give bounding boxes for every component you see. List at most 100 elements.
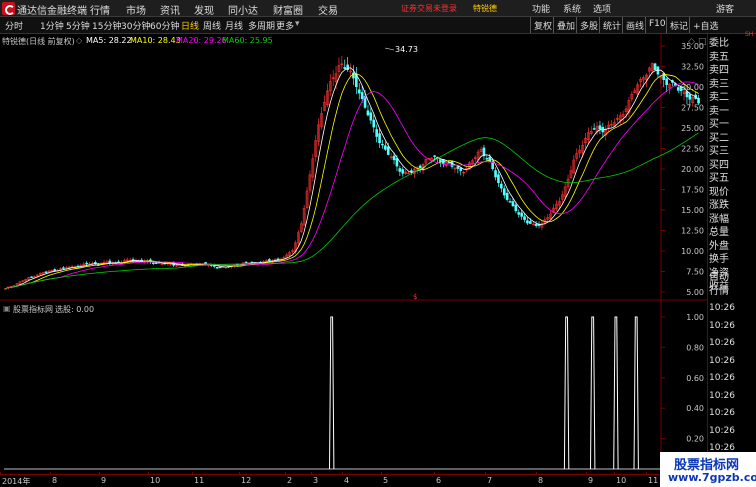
period-60min[interactable]: 60分钟 bbox=[150, 19, 179, 32]
period-1min[interactable]: 1分钟 bbox=[40, 19, 64, 32]
candle-body bbox=[676, 87, 680, 91]
candle-body bbox=[53, 269, 57, 272]
candlestick-series bbox=[4, 55, 700, 290]
menu-function[interactable]: 功能 bbox=[532, 2, 550, 15]
date-axis-tick bbox=[50, 472, 51, 475]
add-favorite-button[interactable]: +自选 bbox=[689, 17, 722, 33]
date-axis-label: 8 bbox=[538, 476, 544, 485]
candle-body bbox=[514, 204, 518, 212]
menu-assistant[interactable]: 同小达 bbox=[228, 2, 258, 17]
candle-body bbox=[523, 216, 526, 220]
candle-body bbox=[508, 201, 512, 203]
candle-body bbox=[500, 183, 503, 189]
indicator-title: 股票指标网 bbox=[13, 305, 53, 314]
period-daily[interactable]: 日线 bbox=[181, 19, 199, 32]
chart-title-arrow-icon[interactable]: ◇ bbox=[76, 36, 82, 45]
menu-discover[interactable]: 发现 bbox=[194, 2, 214, 17]
draw-line-button[interactable]: 画线 bbox=[622, 17, 647, 33]
candle-body bbox=[685, 91, 689, 98]
ma20-line bbox=[5, 81, 699, 289]
date-axis-tick bbox=[586, 472, 587, 475]
statistics-button[interactable]: 统计 bbox=[599, 17, 624, 33]
candle-body bbox=[488, 156, 492, 163]
app-title: 通达信金融终端 bbox=[17, 6, 87, 17]
watermark: 股票指标网 www.7gpzb.com bbox=[660, 452, 756, 487]
indicator-settings-icon[interactable]: ▣ bbox=[3, 304, 11, 313]
peak-price-label: 34.73 bbox=[395, 45, 418, 54]
candle-body bbox=[392, 155, 396, 161]
chart-marker: $ bbox=[413, 293, 417, 301]
candle-body bbox=[529, 221, 532, 224]
indicator-signal-spike bbox=[329, 316, 335, 470]
candle-body bbox=[511, 201, 515, 207]
price-tick-label: 20.00 bbox=[681, 165, 704, 174]
app-logo-icon bbox=[2, 2, 15, 15]
candle-body bbox=[494, 170, 497, 178]
period-tick[interactable]: 分时 bbox=[5, 19, 23, 32]
candle-body bbox=[386, 146, 390, 155]
indicator-tick-label: 0.20 bbox=[686, 435, 704, 444]
auto-mode[interactable]: 自动 bbox=[709, 272, 729, 284]
indicator-tick-label: 0.40 bbox=[686, 404, 704, 413]
trade-time: 10:26 bbox=[709, 408, 735, 418]
candle-body bbox=[482, 147, 486, 157]
period-weekly[interactable]: 周线 bbox=[203, 19, 221, 32]
quote-field-label: 买二 bbox=[709, 132, 729, 144]
ma60-label: MA60: 25.95 bbox=[222, 36, 273, 45]
adjust-button[interactable]: 复权 bbox=[530, 17, 555, 33]
menu-system[interactable]: 系统 bbox=[563, 2, 581, 15]
menu-quotes[interactable]: 行情 bbox=[90, 2, 110, 17]
quote-field-label: 卖一 bbox=[709, 105, 729, 117]
candle-body bbox=[526, 220, 529, 224]
menu-market[interactable]: 市场 bbox=[126, 2, 146, 17]
period-monthly[interactable]: 月线 bbox=[225, 19, 243, 32]
date-axis-tick bbox=[0, 472, 1, 475]
menu-news[interactable]: 资讯 bbox=[160, 2, 180, 17]
candle-body bbox=[418, 165, 422, 169]
indicator-value: 选股: 0.00 bbox=[55, 305, 95, 314]
date-axis-label: 5 bbox=[383, 476, 389, 485]
date-axis-label: 7 bbox=[487, 476, 493, 485]
candle-body bbox=[505, 192, 509, 200]
menu-options[interactable]: 选项 bbox=[593, 2, 611, 15]
trade-time: 10:26 bbox=[709, 338, 735, 348]
menu-wealth[interactable]: 财富圈 bbox=[273, 2, 303, 17]
quote-field-label: 涨幅 bbox=[709, 213, 729, 225]
candle-body bbox=[268, 259, 271, 262]
candle-body bbox=[534, 223, 538, 227]
grid-lines bbox=[0, 34, 707, 474]
indicator-signal-spike bbox=[563, 316, 570, 470]
date-axis-tick bbox=[285, 472, 286, 475]
chart-area[interactable]: 35.0032.5030.0027.5025.0022.5020.0017.50… bbox=[0, 34, 707, 474]
period-15min[interactable]: 15分钟 bbox=[92, 19, 121, 32]
mark-button[interactable]: 标记 bbox=[666, 17, 691, 33]
candle-body bbox=[369, 112, 373, 121]
candle-body bbox=[384, 145, 387, 150]
quote-field-label: 卖二 bbox=[709, 92, 729, 103]
date-axis-label: 8 bbox=[52, 476, 58, 485]
quote-section[interactable]: 行情 bbox=[709, 286, 729, 298]
period-multi[interactable]: 多周期 bbox=[248, 19, 275, 32]
date-axis-tick bbox=[485, 472, 486, 475]
overlay-button[interactable]: 叠加 bbox=[553, 17, 578, 33]
trade-time: 10:26 bbox=[709, 303, 735, 313]
more-dropdown-icon[interactable]: ▾ bbox=[295, 19, 300, 29]
candle-body bbox=[44, 271, 48, 273]
price-tick-label: 5.00 bbox=[686, 288, 704, 297]
candle-body bbox=[244, 261, 248, 264]
date-axis-tick bbox=[614, 472, 615, 475]
chart-close-icon[interactable]: □ bbox=[698, 37, 707, 47]
chart-settings-icon[interactable]: ◇ bbox=[688, 37, 695, 47]
guest-user[interactable]: 游客 bbox=[716, 2, 734, 15]
date-axis-label: 3 bbox=[313, 476, 319, 485]
price-tick-label: 25.00 bbox=[681, 124, 704, 133]
period-5min[interactable]: 5分钟 bbox=[66, 19, 90, 32]
quote-field-label: 总量 bbox=[709, 227, 729, 238]
period-more[interactable]: 更多 bbox=[276, 19, 294, 32]
period-30min[interactable]: 30分钟 bbox=[121, 19, 150, 32]
multi-stock-button[interactable]: 多股 bbox=[576, 17, 601, 33]
quote-field-label: 涨跌 bbox=[709, 200, 729, 211]
menu-trade[interactable]: 交易 bbox=[318, 2, 338, 17]
candle-body bbox=[375, 129, 378, 137]
login-notice[interactable]: 证券交易未登录 bbox=[401, 3, 457, 14]
